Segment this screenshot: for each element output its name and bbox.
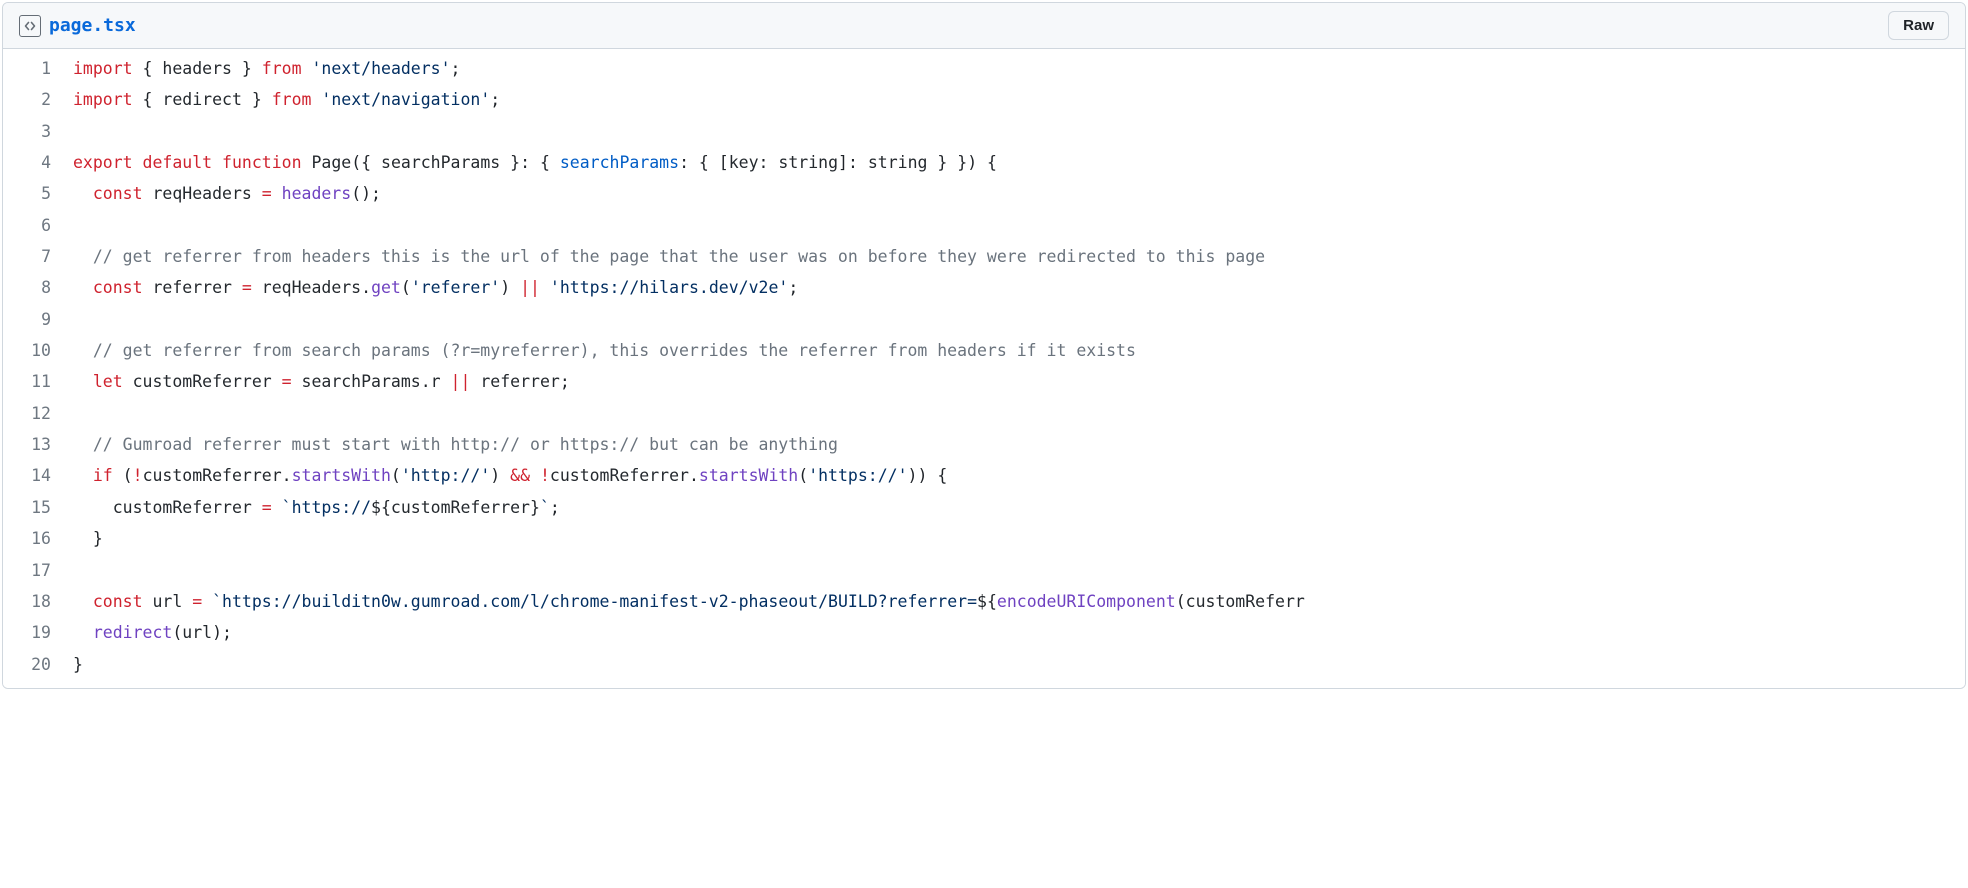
- line-content[interactable]: }: [73, 649, 1965, 680]
- line-number[interactable]: 20: [3, 649, 73, 680]
- line-number[interactable]: 11: [3, 366, 73, 397]
- line-content[interactable]: import { redirect } from 'next/navigatio…: [73, 84, 1965, 115]
- line-number[interactable]: 13: [3, 429, 73, 460]
- code-line: 4export default function Page({ searchPa…: [3, 147, 1965, 178]
- line-content[interactable]: redirect(url);: [73, 617, 1965, 648]
- raw-button[interactable]: Raw: [1888, 11, 1949, 40]
- line-number[interactable]: 16: [3, 523, 73, 554]
- line-content[interactable]: const reqHeaders = headers();: [73, 178, 1965, 209]
- line-content[interactable]: [73, 304, 1965, 335]
- line-content[interactable]: // get referrer from headers this is the…: [73, 241, 1965, 272]
- line-number[interactable]: 4: [3, 147, 73, 178]
- code-line: 2import { redirect } from 'next/navigati…: [3, 84, 1965, 115]
- code-line: 6: [3, 210, 1965, 241]
- line-number[interactable]: 2: [3, 84, 73, 115]
- line-number[interactable]: 9: [3, 304, 73, 335]
- line-number[interactable]: 7: [3, 241, 73, 272]
- line-number[interactable]: 5: [3, 178, 73, 209]
- code-line: 8 const referrer = reqHeaders.get('refer…: [3, 272, 1965, 303]
- code-line: 13 // Gumroad referrer must start with h…: [3, 429, 1965, 460]
- code-line: 17: [3, 555, 1965, 586]
- line-content[interactable]: customReferrer = `https://${customReferr…: [73, 492, 1965, 523]
- line-number[interactable]: 6: [3, 210, 73, 241]
- code-line: 14 if (!customReferrer.startsWith('http:…: [3, 460, 1965, 491]
- code-line: 10 // get referrer from search params (?…: [3, 335, 1965, 366]
- line-content[interactable]: [73, 398, 1965, 429]
- line-number[interactable]: 17: [3, 555, 73, 586]
- file-box: page.tsx Raw 1import { headers } from 'n…: [2, 2, 1966, 689]
- code-line: 18 const url = `https://builditn0w.gumro…: [3, 586, 1965, 617]
- file-header-left: page.tsx: [19, 15, 136, 37]
- line-number[interactable]: 8: [3, 272, 73, 303]
- code-body: 1import { headers } from 'next/headers';…: [3, 49, 1965, 688]
- line-content[interactable]: import { headers } from 'next/headers';: [73, 53, 1965, 84]
- line-content[interactable]: const referrer = reqHeaders.get('referer…: [73, 272, 1965, 303]
- line-content[interactable]: [73, 210, 1965, 241]
- line-content[interactable]: [73, 555, 1965, 586]
- line-content[interactable]: if (!customReferrer.startsWith('http://'…: [73, 460, 1965, 491]
- line-number[interactable]: 10: [3, 335, 73, 366]
- line-number[interactable]: 3: [3, 116, 73, 147]
- line-number[interactable]: 1: [3, 53, 73, 84]
- code-line: 19 redirect(url);: [3, 617, 1965, 648]
- line-number[interactable]: 14: [3, 460, 73, 491]
- line-number[interactable]: 12: [3, 398, 73, 429]
- code-square-icon: [19, 15, 41, 37]
- code-line: 16 }: [3, 523, 1965, 554]
- code-line: 3: [3, 116, 1965, 147]
- code-line: 11 let customReferrer = searchParams.r |…: [3, 366, 1965, 397]
- line-content[interactable]: }: [73, 523, 1965, 554]
- code-line: 7 // get referrer from headers this is t…: [3, 241, 1965, 272]
- line-number[interactable]: 18: [3, 586, 73, 617]
- line-number[interactable]: 15: [3, 492, 73, 523]
- line-content[interactable]: let customReferrer = searchParams.r || r…: [73, 366, 1965, 397]
- file-header: page.tsx Raw: [3, 3, 1965, 49]
- code-line: 5 const reqHeaders = headers();: [3, 178, 1965, 209]
- line-content[interactable]: // get referrer from search params (?r=m…: [73, 335, 1965, 366]
- code-line: 20}: [3, 649, 1965, 680]
- code-line: 9: [3, 304, 1965, 335]
- line-content[interactable]: [73, 116, 1965, 147]
- code-line: 12: [3, 398, 1965, 429]
- filename-link[interactable]: page.tsx: [49, 15, 136, 36]
- line-number[interactable]: 19: [3, 617, 73, 648]
- line-content[interactable]: // Gumroad referrer must start with http…: [73, 429, 1965, 460]
- code-line: 1import { headers } from 'next/headers';: [3, 53, 1965, 84]
- code-line: 15 customReferrer = `https://${customRef…: [3, 492, 1965, 523]
- line-content[interactable]: export default function Page({ searchPar…: [73, 147, 1965, 178]
- line-content[interactable]: const url = `https://builditn0w.gumroad.…: [73, 586, 1965, 617]
